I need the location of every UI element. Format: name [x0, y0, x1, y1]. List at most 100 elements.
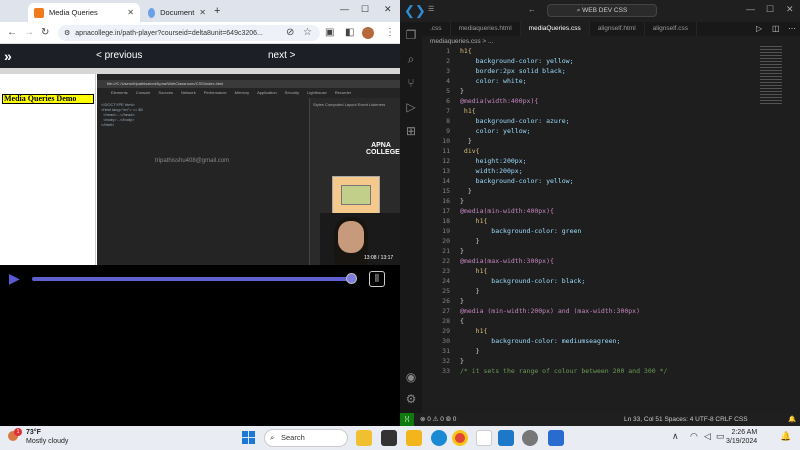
sidebar-icon[interactable]: ◧ — [345, 27, 354, 38]
split-editor-icon[interactable]: ◫ — [772, 24, 780, 33]
taskbar-search[interactable]: ⌕ Search — [264, 429, 348, 447]
remote-indicator-icon[interactable]: ⟩⟨ — [400, 413, 414, 426]
close-window-icon[interactable]: ✕ — [384, 4, 392, 15]
more-menu-icon[interactable]: ⋮ — [385, 27, 395, 38]
code-line[interactable]: 21} — [422, 246, 762, 256]
explorer-icon[interactable]: ❐ — [404, 28, 418, 42]
code-line[interactable]: 31 } — [422, 346, 762, 356]
code-line[interactable]: 23 h1{ — [422, 266, 762, 276]
minimize-icon[interactable]: — — [340, 4, 349, 14]
code-line[interactable]: 16} — [422, 196, 762, 206]
code-line[interactable]: 5} — [422, 86, 762, 96]
extensions-icon[interactable]: ▣ — [325, 27, 334, 38]
code-line[interactable]: 2 background-color: yellow; — [422, 56, 762, 66]
star-icon[interactable]: ☆ — [303, 27, 312, 38]
run-icon[interactable]: ▷ — [756, 24, 762, 33]
code-line[interactable]: 11 div{ — [422, 146, 762, 156]
source-control-icon[interactable]: ⑂ — [404, 76, 418, 90]
code-line[interactable]: 25 } — [422, 286, 762, 296]
breadcrumb[interactable]: mediaqueries.css > ... — [430, 38, 493, 45]
vscode-icon[interactable] — [498, 430, 514, 446]
code-line[interactable]: 33 /* it sets the range of colour between… — [422, 366, 762, 376]
code-line[interactable]: 10 } — [422, 136, 762, 146]
manage-gear-icon[interactable]: ⚙ — [404, 392, 418, 406]
editor-tab[interactable]: alignself.html — [590, 22, 645, 36]
code-line[interactable]: 24 background-color: black; — [422, 276, 762, 286]
notification-bell-icon[interactable]: 🔔 — [780, 431, 791, 442]
code-line[interactable]: 4 color: white; — [422, 76, 762, 86]
maximize-icon[interactable]: ☐ — [361, 4, 369, 15]
tab-document[interactable]: Document ✕ — [142, 3, 212, 22]
code-line[interactable]: 1 h1{ — [422, 46, 762, 56]
command-center-search[interactable]: ⌕ WEB DEV CSS — [547, 4, 657, 17]
code-line[interactable]: 13 width:200px; — [422, 166, 762, 176]
previous-button[interactable]: < previous — [96, 50, 142, 61]
profile-avatar[interactable] — [362, 27, 374, 39]
task-view-icon[interactable] — [381, 430, 397, 446]
video-frame[interactable]: Media Queries Demo file:///C:/Users/trip… — [0, 68, 400, 265]
editor-tab[interactable]: mediaQueries.css — [520, 22, 590, 36]
url-input[interactable]: ⚙ apnacollege.in/path-player?courseid=de… — [58, 25, 320, 41]
code-editor[interactable]: 1 h1{2 background-color: yellow; 3 border:… — [422, 46, 784, 413]
course-menu-icon[interactable]: » — [4, 48, 20, 64]
notifications-icon[interactable]: 🔔 — [788, 413, 796, 426]
search-icon[interactable]: ⌕ — [404, 52, 418, 66]
menu-icon[interactable]: ☰ — [428, 5, 434, 13]
maximize-icon[interactable]: ☐ — [766, 4, 774, 15]
code-line[interactable]: 14 background-color: yellow; — [422, 176, 762, 186]
code-line[interactable]: 22 @media(max-width:300px){ — [422, 256, 762, 266]
volume-icon[interactable]: ◁ — [704, 431, 711, 442]
windows-start-icon[interactable] — [242, 431, 255, 444]
code-line[interactable]: 9 color: yellow; — [422, 126, 762, 136]
code-line[interactable]: 8 background-color: azure; — [422, 116, 762, 126]
problems-status[interactable]: ⊗ 0 ⚠ 0 ⦾ 0 — [420, 413, 456, 426]
settings-icon[interactable] — [522, 430, 538, 446]
wordpad-icon[interactable] — [476, 430, 492, 446]
next-button[interactable]: next > — [268, 50, 296, 61]
code-line[interactable]: 28 { — [422, 316, 762, 326]
code-line[interactable]: 30 background-color: mediumseagreen; — [422, 336, 762, 346]
more-actions-icon[interactable]: ⋯ — [788, 24, 796, 33]
editor-tab[interactable]: .css — [422, 22, 451, 36]
store-icon[interactable] — [548, 430, 564, 446]
code-line[interactable]: 3 border:2px solid black; — [422, 66, 762, 76]
edge-icon[interactable] — [431, 430, 447, 446]
run-debug-icon[interactable]: ▷ — [404, 100, 418, 114]
close-icon[interactable]: ✕ — [199, 8, 206, 17]
editor-status[interactable]: Ln 33, Col 51 Spaces: 4 UTF-8 CRLF CSS — [624, 413, 748, 426]
code-line[interactable]: 29 h1{ — [422, 326, 762, 336]
wifi-icon[interactable]: ◠ — [690, 431, 698, 442]
editor-tab[interactable]: mediaqueries.html — [451, 22, 521, 36]
code-line[interactable]: 19 background-color: green — [422, 226, 762, 236]
chrome-icon[interactable] — [452, 430, 468, 446]
new-tab-icon[interactable]: + — [214, 5, 220, 17]
tab-media-queries[interactable]: Media Queries ✕ — [28, 3, 140, 22]
close-window-icon[interactable]: ✕ — [786, 4, 794, 15]
code-line[interactable]: 18 h1{ — [422, 216, 762, 226]
account-icon[interactable]: ◉ — [404, 370, 418, 384]
player-settings-icon[interactable]: ⫼ — [369, 271, 385, 287]
code-line[interactable]: 20 } — [422, 236, 762, 246]
editor-tab[interactable]: alignself.css — [645, 22, 698, 36]
minimap[interactable] — [760, 46, 782, 106]
code-line[interactable]: 15 } — [422, 186, 762, 196]
clock[interactable]: 2:26 AM 3/19/2024 — [726, 428, 757, 446]
battery-icon[interactable]: ▭ — [716, 431, 725, 442]
code-line[interactable]: 12 height:200px; — [422, 156, 762, 166]
minimize-icon[interactable]: — — [746, 4, 755, 14]
back-icon[interactable]: ← — [7, 27, 17, 38]
forward-icon[interactable]: → — [24, 27, 34, 38]
close-icon[interactable]: ✕ — [127, 8, 134, 17]
tray-chevron-icon[interactable]: ∧ — [672, 431, 679, 442]
eye-off-icon[interactable]: ⊘ — [286, 27, 294, 38]
extensions-icon[interactable]: ⊞ — [404, 124, 418, 138]
play-icon[interactable]: ▶ — [9, 270, 20, 287]
code-line[interactable]: 32} — [422, 356, 762, 366]
code-line[interactable]: 7 h1{ — [422, 106, 762, 116]
reload-icon[interactable]: ↻ — [41, 27, 49, 38]
widgets-icon[interactable] — [356, 430, 372, 446]
site-info-icon[interactable]: ⚙ — [64, 29, 70, 37]
code-line[interactable]: 26} — [422, 296, 762, 306]
progress-scrubber[interactable] — [346, 273, 357, 284]
code-line[interactable]: 6 @media(width:400px){ — [422, 96, 762, 106]
